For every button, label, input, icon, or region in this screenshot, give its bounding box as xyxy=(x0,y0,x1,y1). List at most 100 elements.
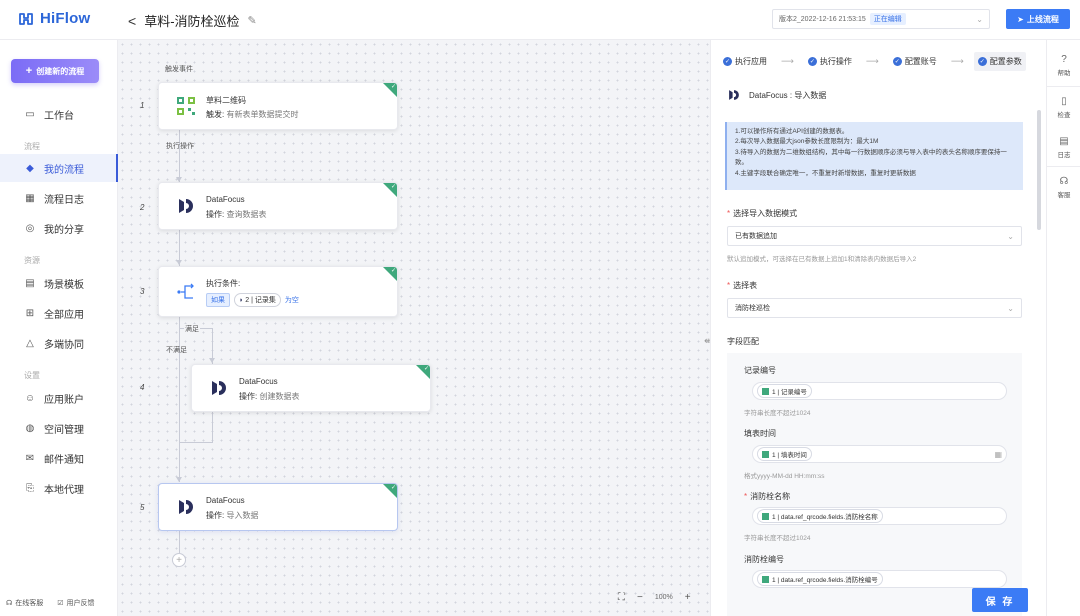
zoom-out-button[interactable]: − xyxy=(637,592,643,603)
create-flow-button[interactable]: + 创建新的流程 xyxy=(11,59,99,83)
sidebar-item-app-accounts[interactable]: ☺ 应用账户 xyxy=(0,384,118,412)
sidebar-item-flow-logs[interactable]: ▦ 流程日志 xyxy=(0,184,118,212)
sidebar-item-my-shares[interactable]: ◎ 我的分享 xyxy=(0,214,118,242)
condition-row: 如果 ◗ 2 | 记录集 为空 xyxy=(206,293,299,307)
qrcode-logo-icon xyxy=(762,575,769,583)
qrcode-logo-icon xyxy=(762,512,769,520)
chevron-down-icon: ⌄ xyxy=(1007,303,1014,313)
sidebar-item-mail-notify[interactable]: ✉ 邮件通知 xyxy=(0,444,118,472)
step-label: 执行操作 xyxy=(819,57,852,66)
condition-if-tag: 如果 xyxy=(206,293,230,307)
flow-node-condition[interactable]: ✓ 执行条件: 如果 ◗ 2 | 记录集 为空 xyxy=(158,266,398,317)
online-service-label: 在线客服 xyxy=(15,600,44,607)
flow-node-action[interactable]: ✓ DataFocus 操作: 查询数据表 xyxy=(158,182,398,230)
field-label: * 消防栓名称 xyxy=(744,491,790,502)
log-icon: ▤ xyxy=(1059,136,1069,147)
info-line: 4.主键字段联合确定唯一，不重复时新增数据，重复时更新数据 xyxy=(735,169,916,177)
field-hint: 格式yyyy-MM-dd HH:mm:ss xyxy=(744,473,825,480)
check-icon: ✓ xyxy=(423,366,429,372)
headset-icon: ☊ xyxy=(1059,176,1069,187)
feedback-link[interactable]: ☑ 用户反馈 xyxy=(57,598,94,608)
sidebar-item-workspace[interactable]: ▭ 工作台 xyxy=(0,100,118,128)
field-match-label: 字段匹配 xyxy=(727,337,759,346)
check-icon: ✓ xyxy=(390,84,396,90)
select-table-select[interactable]: 消防栓巡检 ⌄ xyxy=(727,298,1022,318)
step-number: 2 xyxy=(140,203,145,212)
online-service-link[interactable]: ☊ 在线客服 xyxy=(6,598,43,608)
field-input-fill-time[interactable]: 1 | 填表时间 ▦ xyxy=(752,445,1007,463)
divider xyxy=(1047,86,1080,87)
field-label: 记录编号 xyxy=(744,366,776,375)
panel-scrollbar[interactable] xyxy=(1037,110,1041,230)
flow-node-branch-action[interactable]: ✓ DataFocus 操作: 创建数据表 xyxy=(191,364,431,412)
version-status-badge: 正在编辑 xyxy=(869,13,906,25)
field-input-hydrant-name[interactable]: 1 | data.ref_qrcode.fields.消防栓名称 xyxy=(752,507,1007,525)
node-title: 执行条件: xyxy=(206,279,241,288)
rail-service[interactable]: ☊ 客服 xyxy=(1047,176,1080,199)
globe-icon: ◍ xyxy=(25,422,35,434)
collab-icon: △ xyxy=(26,337,34,349)
sidebar-item-label: 我的流程 xyxy=(44,164,84,176)
chip-text: 1 | 记录编号 xyxy=(772,389,807,396)
publish-flow-button[interactable]: ➤ 上线流程 xyxy=(1006,9,1070,29)
pencil-icon[interactable]: ✎ xyxy=(248,14,257,27)
fit-screen-icon[interactable]: ⛶ xyxy=(618,592,625,603)
connector-line xyxy=(179,442,180,482)
node-sub-value: 有新表单数据提交时 xyxy=(226,110,299,119)
rail-label: 客服 xyxy=(1057,192,1071,199)
add-step-button[interactable]: + xyxy=(172,553,186,567)
field-input-hydrant-no[interactable]: 1 | data.ref_qrcode.fields.消防栓编号 xyxy=(752,570,1007,588)
chevron-down-icon: ⌄ xyxy=(1007,231,1014,241)
check-icon: ✓ xyxy=(892,57,902,66)
rail-help[interactable]: ? 帮助 xyxy=(1047,54,1080,77)
step-config-account[interactable]: ✓ 配置账号 xyxy=(889,52,941,71)
sidebar-item-label: 场景模板 xyxy=(44,279,84,291)
check-icon: ✓ xyxy=(807,57,817,66)
rail-label: 帮助 xyxy=(1057,70,1071,77)
node-title: DataFocus xyxy=(206,496,245,505)
required-marker: * xyxy=(744,492,748,501)
rail-check[interactable]: ▯ 检查 xyxy=(1047,96,1080,119)
sidebar-item-label: 流程日志 xyxy=(44,194,84,206)
node-sub-prefix: 操作: xyxy=(239,392,260,401)
monitor-icon: ▭ xyxy=(25,108,35,120)
field-label: 消防栓编号 xyxy=(744,555,784,564)
node-subtitle: 操作: 查询数据表 xyxy=(206,209,266,220)
sidebar-item-label: 多端协同 xyxy=(44,339,84,351)
nav-section-resources: 资源 xyxy=(24,256,40,265)
sidebar-item-label: 应用账户 xyxy=(44,394,84,406)
sidebar-item-space-mgmt[interactable]: ◍ 空间管理 xyxy=(0,414,118,442)
field-input-record-no[interactable]: 1 | 记录编号 xyxy=(752,382,1007,400)
sidebar-item-local-agent[interactable]: ⎘ 本地代理 xyxy=(0,474,118,502)
step-exec-app[interactable]: ✓ 执行应用 xyxy=(719,52,771,71)
node-sub-prefix: 操作: xyxy=(206,210,227,219)
sidebar-item-all-apps[interactable]: ⊞ 全部应用 xyxy=(0,299,118,327)
top-bar: HiFlow < 草料-消防栓巡检 ✎ 版本2_2022-12-16 21:53… xyxy=(0,0,1080,40)
flow-node-import[interactable]: ✓ DataFocus 操作: 导入数据 xyxy=(158,483,398,531)
datafocus-logo-icon xyxy=(179,199,193,213)
hiflow-logo-icon xyxy=(19,12,33,25)
flow-node-trigger[interactable]: ✓ 草料二维码 触发: 有新表单数据提交时 xyxy=(158,82,398,130)
step-label: 配置账号 xyxy=(904,57,937,66)
calendar-icon[interactable]: ▦ xyxy=(994,450,1002,459)
import-mode-select[interactable]: 已有数据追加 ⌄ xyxy=(727,226,1022,246)
step-config-params[interactable]: ✓ 配置参数 xyxy=(973,52,1026,71)
back-icon[interactable]: < xyxy=(128,13,136,29)
rail-logs[interactable]: ▤ 日志 xyxy=(1047,136,1080,159)
grid-icon: ⊞ xyxy=(25,307,35,319)
app-logo[interactable]: HiFlow xyxy=(18,10,90,27)
field-hint: 字符串长度不超过1024 xyxy=(744,410,811,417)
flow-title-bar: < 草料-消防栓巡检 ✎ xyxy=(128,11,257,30)
headset-icon: ☊ xyxy=(6,600,13,607)
version-select[interactable]: 版本2_2022-12-16 21:53:15 正在编辑 ⌄ xyxy=(772,9,990,29)
save-button[interactable]: 保 存 xyxy=(972,588,1028,612)
zoom-in-button[interactable]: + xyxy=(685,592,691,603)
arrow-right-icon: ⟶ xyxy=(865,56,879,66)
step-exec-action[interactable]: ✓ 执行操作 xyxy=(804,52,856,71)
sidebar-item-templates[interactable]: ▤ 场景模板 xyxy=(0,269,118,297)
sidebar-item-my-flows[interactable]: ◆ 我的流程 xyxy=(0,154,118,182)
qrcode-logo-icon xyxy=(762,450,769,458)
flow-canvas[interactable]: 触发事件 执行操作 满足 不满足 + 1 2 3 4 5 ✓ 草料二维码 触发:… xyxy=(118,40,710,616)
sidebar-item-multi-collab[interactable]: △ 多端协同 xyxy=(0,329,118,357)
document-check-icon: ▯ xyxy=(1061,96,1067,107)
